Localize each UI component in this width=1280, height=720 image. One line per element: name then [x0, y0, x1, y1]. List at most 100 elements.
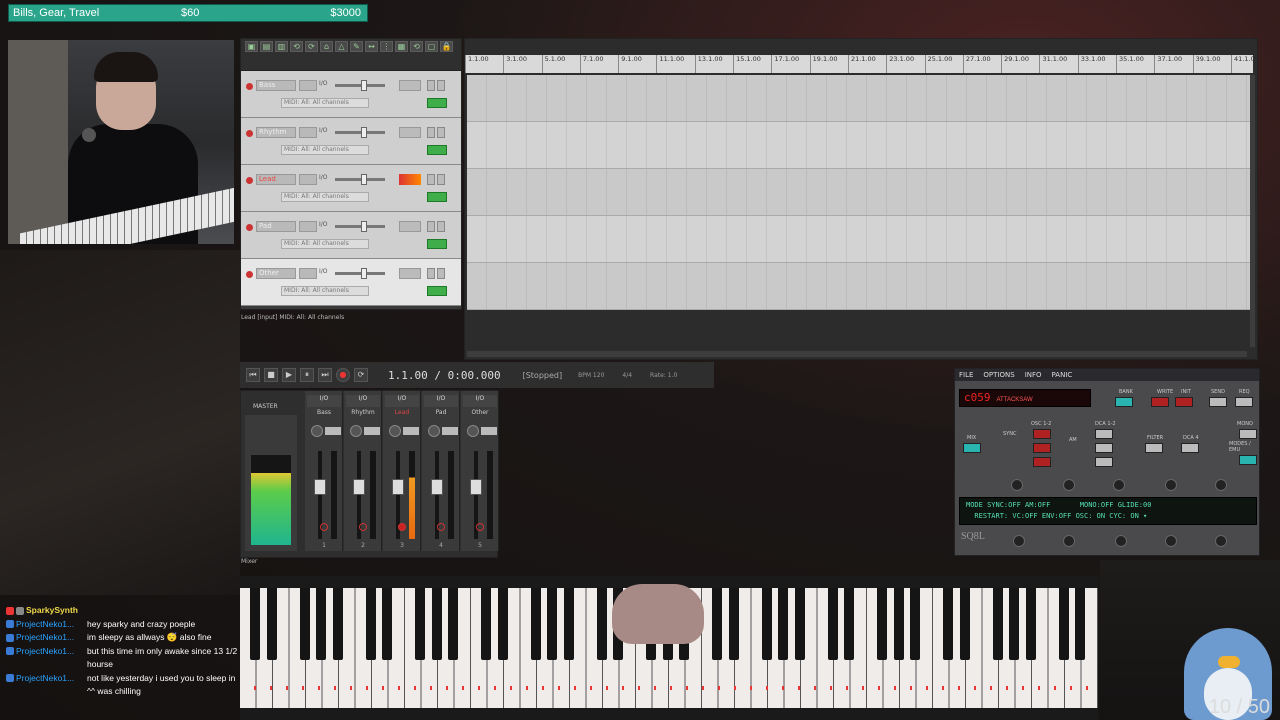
track-name[interactable]: Other: [256, 268, 296, 279]
req-button[interactable]: [1235, 397, 1253, 407]
track-bass[interactable]: Bass I/O MIDI: All: All channels: [241, 71, 461, 118]
pan-control[interactable]: [399, 127, 421, 138]
record-button[interactable]: ●: [336, 368, 350, 382]
toolbar-icon[interactable]: ⌂: [320, 41, 333, 52]
timeline-ruler[interactable]: 1.1.00 3.1.00 5.1.00 7.1.00 9.1.00 11.1.00 13.…: [465, 55, 1253, 73]
pan-knob[interactable]: [389, 425, 401, 437]
track-lead[interactable]: Lead I/O MIDI: All: All channels: [241, 165, 461, 212]
volume-slider[interactable]: [335, 178, 385, 181]
fx-button[interactable]: [299, 174, 317, 185]
synth-knob[interactable]: [1165, 479, 1177, 491]
dca4-button[interactable]: [1181, 443, 1199, 453]
fader-handle[interactable]: [353, 479, 365, 495]
synth-knob[interactable]: [1115, 535, 1127, 547]
midi-input-select[interactable]: MIDI: All: All channels: [281, 238, 369, 249]
dca2-button[interactable]: [1095, 443, 1113, 453]
mute-button[interactable]: [427, 221, 435, 232]
volume-handle[interactable]: [361, 80, 367, 91]
pan-control[interactable]: [399, 80, 421, 91]
init-button[interactable]: [1175, 397, 1193, 407]
monitor-button[interactable]: [427, 238, 447, 249]
io-button[interactable]: I/O: [319, 174, 331, 185]
toolbar-icon[interactable]: ▤: [260, 41, 273, 52]
io-button[interactable]: I/O: [319, 221, 331, 232]
mute-button[interactable]: [427, 80, 435, 91]
mute-button[interactable]: [427, 268, 435, 279]
toolbar-icon[interactable]: ⟲: [410, 41, 423, 52]
dca3-button[interactable]: [1095, 457, 1113, 467]
track-name[interactable]: Rhythm: [256, 127, 296, 138]
track-name[interactable]: Pad: [256, 221, 296, 232]
pan-knob[interactable]: [467, 425, 479, 437]
synth-knob[interactable]: [1063, 479, 1075, 491]
monitor-button[interactable]: [427, 97, 447, 108]
pan-value[interactable]: [403, 427, 419, 435]
toolbar-icon[interactable]: △: [335, 41, 348, 52]
lock-icon[interactable]: 🔒: [440, 41, 453, 52]
synth-knob[interactable]: [1063, 535, 1075, 547]
track-rhythm[interactable]: Rhythm I/O MIDI: All: All channels: [241, 118, 461, 165]
volume-slider[interactable]: [335, 225, 385, 228]
monitor-button[interactable]: [427, 285, 447, 296]
pan-control[interactable]: [399, 268, 421, 279]
record-arm-icon[interactable]: [246, 130, 253, 137]
arrange-view[interactable]: 1.1.00 3.1.00 5.1.00 7.1.00 9.1.00 11.1.00 13.…: [464, 38, 1258, 360]
toolbar-icon[interactable]: ⋮: [380, 41, 393, 52]
toolbar-icon[interactable]: ▦: [395, 41, 408, 52]
synth-knob[interactable]: [1215, 535, 1227, 547]
horizontal-scrollbar[interactable]: [467, 351, 1247, 357]
volume-handle[interactable]: [361, 127, 367, 138]
mixer-strip-rhythm[interactable]: I/O Rhythm 2: [344, 391, 382, 551]
pan-knob[interactable]: [311, 425, 323, 437]
toolbar-icon[interactable]: ▥: [275, 41, 288, 52]
patch-display[interactable]: c059 ATTACKSAW: [959, 389, 1091, 407]
io-button[interactable]: I/O: [346, 395, 380, 407]
record-arm-icon[interactable]: [437, 523, 445, 531]
midi-input-select[interactable]: MIDI: All: All channels: [281, 97, 369, 108]
stop-button[interactable]: ■: [264, 368, 278, 382]
track-lane[interactable]: [467, 122, 1251, 169]
synth-knob[interactable]: [1165, 535, 1177, 547]
midi-input-select[interactable]: MIDI: All: All channels: [281, 191, 369, 202]
track-lane[interactable]: [467, 75, 1251, 122]
synth-knob[interactable]: [1113, 479, 1125, 491]
io-button[interactable]: I/O: [307, 395, 341, 407]
go-to-start-button[interactable]: ⏮: [246, 368, 260, 382]
synth-knob[interactable]: [1011, 479, 1023, 491]
fader-handle[interactable]: [431, 479, 443, 495]
track-pad[interactable]: Pad I/O MIDI: All: All channels: [241, 212, 461, 259]
track-name[interactable]: Bass: [256, 80, 296, 91]
repeat-button[interactable]: ⟳: [354, 368, 368, 382]
toolbar-icon[interactable]: ↔: [365, 41, 378, 52]
mixer-strip-other[interactable]: I/O Other 5: [461, 391, 499, 551]
master-strip[interactable]: MASTER: [245, 403, 297, 551]
record-arm-icon[interactable]: [246, 271, 253, 278]
pan-value[interactable]: [325, 427, 341, 435]
io-button[interactable]: I/O: [385, 395, 419, 407]
osc3-button[interactable]: [1033, 457, 1051, 467]
osc2-button[interactable]: [1033, 443, 1051, 453]
fx-button[interactable]: [299, 80, 317, 91]
synth-knob[interactable]: [1013, 535, 1025, 547]
menu-panic[interactable]: PANIC: [1052, 369, 1073, 381]
pan-control[interactable]: [399, 221, 421, 232]
solo-button[interactable]: [437, 268, 445, 279]
monitor-button[interactable]: [427, 144, 447, 155]
midi-input-select[interactable]: MIDI: All: All channels: [281, 144, 369, 155]
go-to-end-button[interactable]: ⏭: [318, 368, 332, 382]
pan-knob[interactable]: [350, 425, 362, 437]
dca1-button[interactable]: [1095, 429, 1113, 439]
mono-button[interactable]: [1239, 429, 1257, 439]
fx-button[interactable]: [299, 221, 317, 232]
track-other[interactable]: Other I/O MIDI: All: All channels: [241, 259, 461, 306]
toolbar-icon[interactable]: ✎: [350, 41, 363, 52]
mute-button[interactable]: [427, 127, 435, 138]
mix-button[interactable]: [963, 443, 981, 453]
solo-button[interactable]: [437, 80, 445, 91]
volume-handle[interactable]: [361, 174, 367, 185]
record-arm-icon[interactable]: [320, 523, 328, 531]
modes-button[interactable]: [1239, 455, 1257, 465]
solo-button[interactable]: [437, 221, 445, 232]
vertical-scrollbar[interactable]: [1250, 75, 1255, 347]
record-arm-icon[interactable]: [476, 523, 484, 531]
